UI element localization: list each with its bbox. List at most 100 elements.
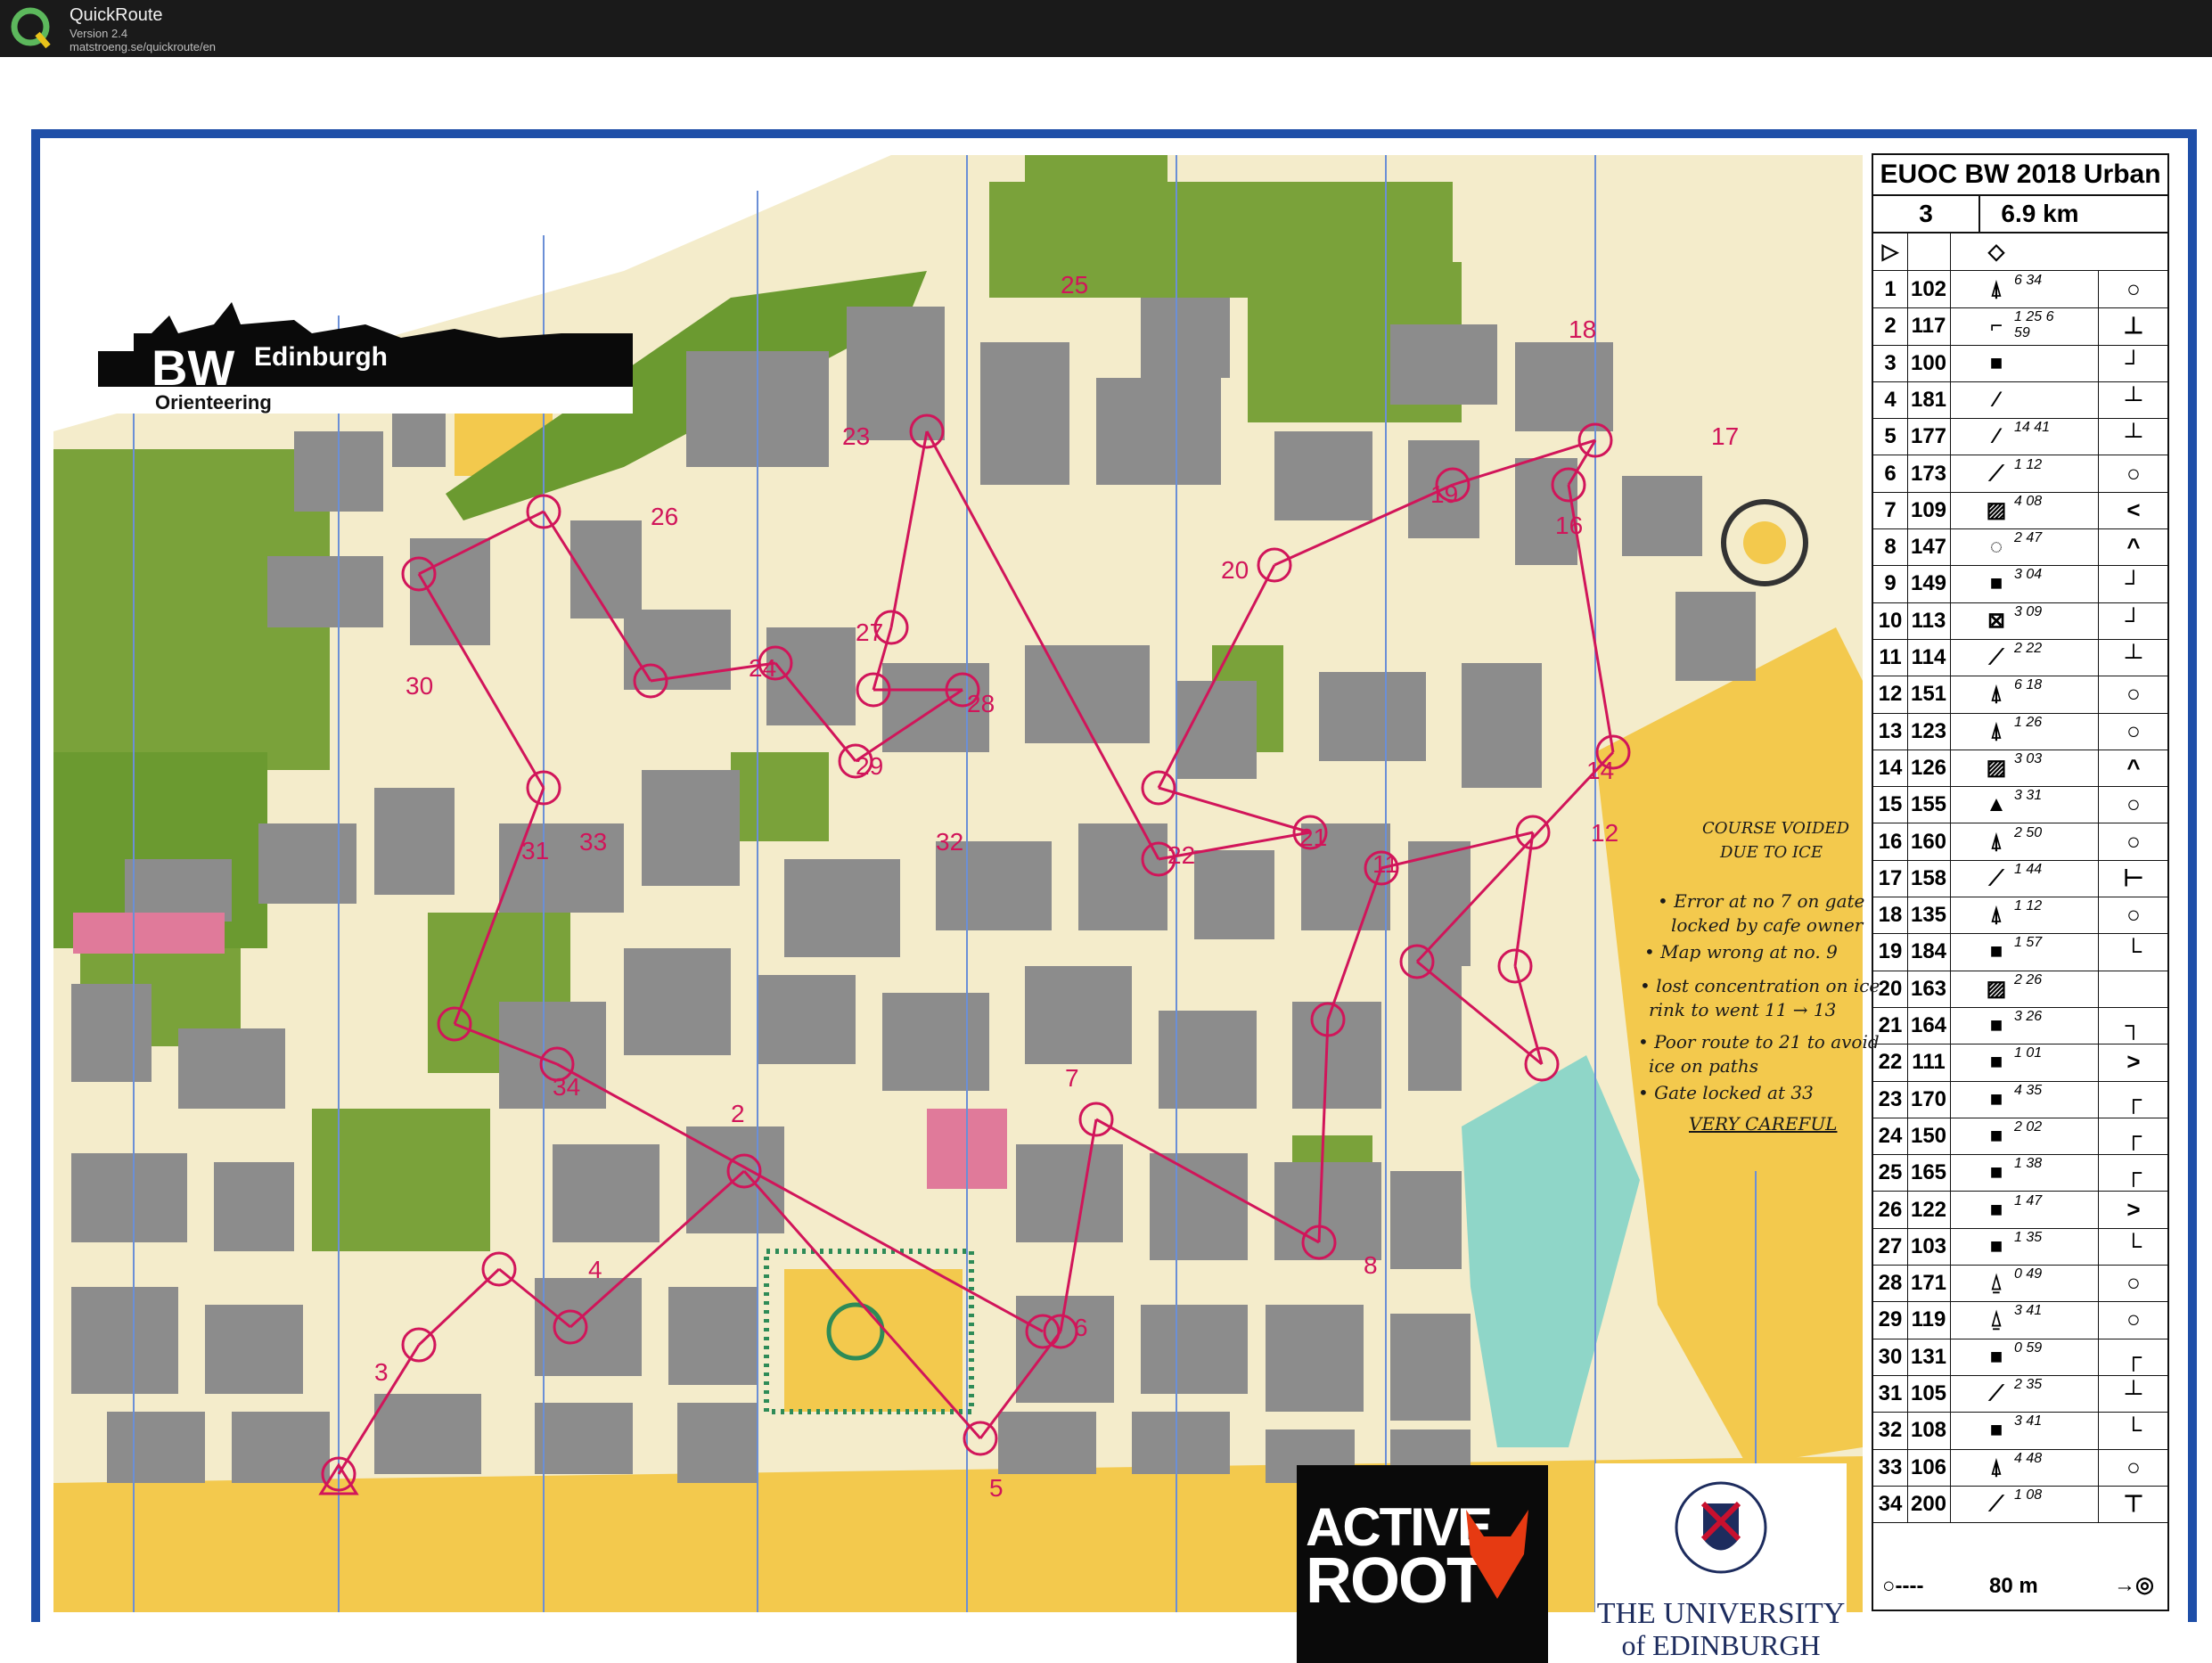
building-block (178, 1028, 285, 1109)
card-control-number: 5 (1873, 418, 1908, 455)
building-block (71, 1287, 178, 1394)
card-control-number: 27 (1873, 1227, 1908, 1266)
card-control-row: 33 106 ⍋ 4 48 ○ (1873, 1448, 2168, 1487)
control-number-label: 11 (1372, 850, 1399, 878)
building-block (374, 788, 455, 895)
control-number-label: 23 (842, 422, 871, 450)
card-control-code: 113 (1907, 602, 1951, 639)
card-location-icon: ○ (2098, 1301, 2168, 1339)
card-location-icon: └ (2098, 933, 2168, 971)
card-control-number: 13 (1873, 712, 1908, 750)
card-dimension: 4 35 (2014, 1082, 2043, 1098)
card-feature-icon: ▨ (1986, 755, 2007, 780)
finish-start-circle-icon: ○---- (1882, 1574, 1924, 1598)
finish-distance: 80 m (1989, 1574, 2038, 1598)
building-block (882, 993, 989, 1091)
control-number-label: 29 (856, 752, 884, 780)
note-voided-2: DUE TO ICE (1720, 843, 1823, 862)
card-feature-icon: ⟋ (1988, 1381, 2004, 1405)
card-feature-icon: ■ (1989, 1086, 2003, 1111)
card-control-code: 170 (1907, 1080, 1951, 1118)
control-number-label: 32 (936, 828, 964, 856)
card-control-row: 6 173 ⟋ 1 12 ○ (1873, 455, 2167, 493)
card-location-icon: ○ (2098, 897, 2168, 934)
bw-edinburgh-logo: BW Edinburgh Orienteering (98, 298, 633, 414)
card-feature-icon: ■ (1989, 939, 2003, 964)
card-control-number: 25 (1873, 1154, 1908, 1192)
card-control-number: 6 (1873, 455, 1908, 492)
note-4: • lost concentration on ice (1640, 975, 1880, 996)
card-feature-icon: ■ (1989, 1050, 2003, 1075)
building-block (1150, 1153, 1248, 1260)
card-feature-icon: ⍋ (1989, 903, 2003, 928)
building-block (1016, 1144, 1123, 1242)
card-control-row: 2 117 ⌐ 1 25 6 59 ⊥ (1873, 307, 2167, 346)
card-control-number: 31 (1873, 1375, 1908, 1413)
card-control-number: 24 (1873, 1117, 1908, 1155)
card-control-number: 3 (1873, 344, 1908, 381)
card-dimension: 3 04 (2014, 567, 2043, 583)
card-control-number: 18 (1873, 897, 1908, 934)
card-dimension: 1 12 (2014, 898, 2043, 914)
card-feature-icon: ⟋ (1988, 461, 2004, 486)
card-location-icon: ┐ (2098, 1007, 2168, 1044)
card-location-icon: < (2098, 491, 2168, 529)
card-control-code: 160 (1907, 823, 1951, 860)
building-block (1096, 378, 1221, 485)
card-location-icon: ┘ (2098, 602, 2168, 639)
card-feature-icon: ⍙ (1989, 1307, 2003, 1332)
card-control-code: 103 (1907, 1227, 1951, 1266)
control-number-label: 34 (553, 1073, 581, 1101)
card-length: 6.9 km (1979, 196, 2100, 232)
control-number-label: 24 (749, 654, 777, 682)
control-number-label: 2 (731, 1100, 745, 1127)
card-feature-icon: ⟋ (1988, 1491, 2004, 1516)
control-number-label: 25 (1061, 271, 1089, 299)
card-start-row: ▷ ◇ (1873, 233, 2167, 272)
building-block (1141, 298, 1230, 378)
building-block (1141, 1305, 1248, 1394)
uoe-line2: of EDINBURGH (1621, 1629, 1821, 1661)
card-control-row: 19 184 ■ 1 57 └ (1873, 933, 2167, 971)
building-block (1390, 1171, 1462, 1269)
building-block (232, 1412, 330, 1483)
card-control-code: 200 (1907, 1485, 1951, 1523)
card-location-icon: > (2098, 1044, 2168, 1081)
card-control-code: 171 (1907, 1265, 1951, 1302)
building-block (1159, 1011, 1257, 1109)
card-dimension: 1 47 (2014, 1192, 2043, 1208)
card-control-row: 12 151 ⍋ 6 18 ○ (1873, 676, 2167, 714)
card-control-number: 8 (1873, 528, 1908, 566)
card-dimension: 2 22 (2014, 641, 2043, 656)
card-control-row: 34 200 ⟋ 1 08 ⊤ (1873, 1485, 2168, 1524)
control-number-label: 7 (1065, 1064, 1079, 1092)
card-dimension: 0 49 (2014, 1266, 2043, 1282)
card-control-number: 1 (1873, 271, 1908, 308)
control-number-label: 22 (1167, 841, 1196, 869)
card-dimension: 2 47 (2014, 530, 2043, 546)
card-control-row: 9 149 ■ 3 04 ┘ (1873, 565, 2167, 603)
card-control-row: 13 123 ⍋ 1 26 ○ (1873, 712, 2167, 750)
card-control-code: 109 (1907, 491, 1951, 529)
card-control-code: 173 (1907, 455, 1951, 492)
map-canvas[interactable]: BW Edinburgh Orienteering ACTIVE ROOT TH… (0, 57, 2212, 1663)
app-url: matstroeng.se/quickroute/en (70, 40, 217, 53)
card-location-icon: ┴ (2098, 381, 2168, 419)
card-control-code: 165 (1907, 1154, 1951, 1192)
card-location-icon: ┴ (2098, 1375, 2168, 1413)
card-feature-icon: ■ (1989, 1233, 2003, 1258)
control-number-label: 27 (856, 619, 884, 646)
card-control-row: 25 165 ■ 1 38 ┌ (1873, 1154, 2167, 1192)
card-feature-icon: ⟋ (1988, 645, 2004, 669)
card-control-number: 16 (1873, 823, 1908, 860)
control-number-label: 20 (1221, 556, 1249, 584)
card-feature-icon: ■ (1989, 1013, 2003, 1037)
card-control-row: 32 108 ■ 3 41 └ (1873, 1412, 2167, 1450)
control-number-label: 19 (1430, 480, 1459, 508)
card-control-row: 14 126 ▨ 3 03 ^ (1873, 749, 2167, 788)
card-control-number: 12 (1873, 676, 1908, 713)
card-location-icon: ○ (2098, 1448, 2168, 1486)
bw-orienteering: Orienteering (155, 391, 272, 414)
card-control-row: 20 163 ▨ 2 26 (1873, 970, 2167, 1008)
card-location-icon: ⊤ (2098, 1485, 2168, 1523)
